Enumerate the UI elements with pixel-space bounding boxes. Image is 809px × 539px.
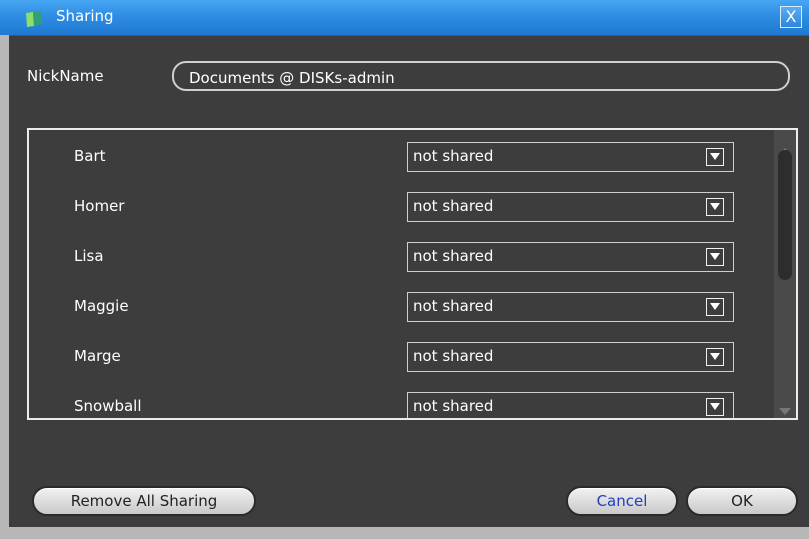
user-name: Maggie (74, 297, 129, 315)
user-name: Marge (74, 347, 121, 365)
app-icon (24, 10, 44, 28)
nickname-input[interactable]: Documents @ DISKs-admin (172, 61, 790, 91)
share-select-value: not shared (413, 197, 494, 215)
window-title: Sharing (56, 7, 114, 25)
share-select[interactable]: not shared (407, 292, 734, 322)
share-select-value: not shared (413, 297, 494, 315)
user-share-list: Bart not shared Homer not shared Lisa no… (27, 128, 798, 420)
share-select-value: not shared (413, 247, 494, 265)
window-frame-bottom (0, 527, 809, 539)
dropdown-arrow-icon[interactable] (706, 248, 724, 266)
list-scrollbar[interactable] (774, 130, 796, 418)
close-button[interactable]: X (780, 6, 802, 28)
dropdown-arrow-icon[interactable] (706, 348, 724, 366)
share-select[interactable]: not shared (407, 392, 734, 418)
share-select-value: not shared (413, 347, 494, 365)
share-select[interactable]: not shared (407, 242, 734, 272)
cancel-button[interactable]: Cancel (566, 486, 678, 516)
dropdown-arrow-icon[interactable] (706, 148, 724, 166)
user-name: Homer (74, 197, 125, 215)
user-name: Bart (74, 147, 106, 165)
dropdown-arrow-icon[interactable] (706, 198, 724, 216)
remove-all-sharing-button[interactable]: Remove All Sharing (32, 486, 256, 516)
user-name: Lisa (74, 247, 104, 265)
dropdown-arrow-icon[interactable] (706, 398, 724, 416)
list-item: Homer not shared (29, 180, 774, 230)
scroll-down-icon[interactable] (779, 400, 791, 418)
user-name: Snowball (74, 397, 142, 415)
share-select[interactable]: not shared (407, 342, 734, 372)
list-item: Lisa not shared (29, 230, 774, 280)
dropdown-arrow-icon[interactable] (706, 298, 724, 316)
share-select[interactable]: not shared (407, 142, 734, 172)
window-frame-left (0, 35, 9, 539)
share-select-value: not shared (413, 147, 494, 165)
list-item: Maggie not shared (29, 280, 774, 330)
list-item: Snowball not shared (29, 380, 774, 418)
share-select[interactable]: not shared (407, 192, 734, 222)
scroll-thumb[interactable] (778, 150, 792, 280)
share-select-value: not shared (413, 397, 494, 415)
title-bar: Sharing X (0, 0, 809, 36)
list-item: Bart not shared (29, 130, 774, 180)
close-icon: X (785, 7, 797, 26)
nickname-label: NickName (27, 67, 104, 85)
list-item: Marge not shared (29, 330, 774, 380)
ok-button[interactable]: OK (686, 486, 798, 516)
